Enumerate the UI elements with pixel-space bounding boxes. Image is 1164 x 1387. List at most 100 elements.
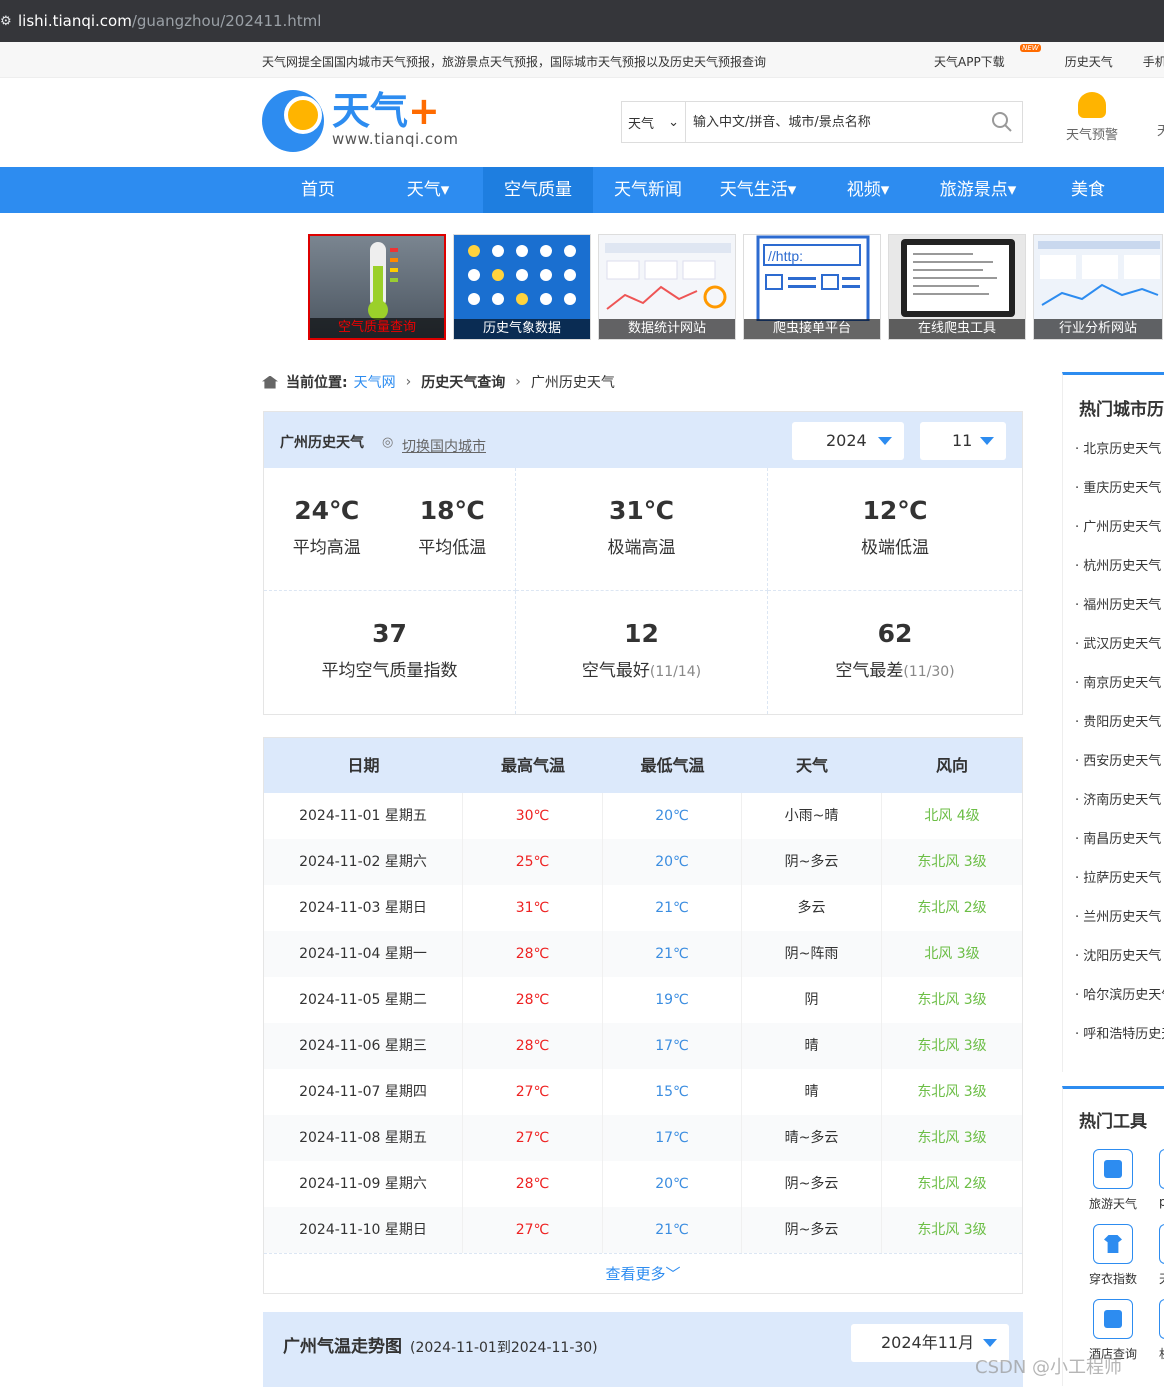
dropdown-arrow-icon bbox=[878, 437, 892, 445]
table-row: 2024-11-03 星期日 31℃ 21℃ 多云 东北风 2级 bbox=[264, 885, 1022, 931]
row-weather: 阴~阵雨 bbox=[742, 931, 882, 977]
sidebar-city-link[interactable]: 重庆历史天气 bbox=[1075, 469, 1164, 508]
breadcrumb: 当前位置: 天气网 › 历史天气查询 › 广州历史天气 bbox=[262, 372, 615, 392]
sidebar-city-link[interactable]: 济南历史天气 bbox=[1075, 781, 1164, 820]
monitor-code-graphic bbox=[901, 239, 1015, 317]
year-select[interactable]: 2024 bbox=[792, 422, 904, 460]
row-high-temp: 27℃ bbox=[463, 1207, 603, 1253]
nav-weather[interactable]: 天气▾ bbox=[373, 167, 483, 213]
sidebar-city-link[interactable]: 武汉历史天气 bbox=[1075, 625, 1164, 664]
breadcrumb-prefix: 当前位置: bbox=[286, 375, 348, 391]
sidebar-city-link[interactable]: 南昌历史天气 bbox=[1075, 820, 1164, 859]
sidebar-city-link[interactable]: 兰州历史天气 bbox=[1075, 898, 1164, 937]
sidebar-city-link[interactable]: 拉萨历史天气 bbox=[1075, 859, 1164, 898]
avg-aqi-cell: 37 平均空气质量指数 bbox=[264, 591, 516, 714]
banner-statistics[interactable]: 数据统计网站 bbox=[598, 234, 736, 340]
logo-sun-icon bbox=[262, 90, 324, 152]
breadcrumb-home-link[interactable]: 天气网 bbox=[354, 372, 396, 392]
row-wind: 东北风 3级 bbox=[917, 1222, 987, 1238]
nav-news[interactable]: 天气新闻 bbox=[593, 167, 703, 213]
sidebar-city-link[interactable]: 福州历史天气 bbox=[1075, 586, 1164, 625]
sidebar-city-link[interactable]: 南京历史天气 bbox=[1075, 664, 1164, 703]
tool-travel-weather[interactable]: 旅游天气 bbox=[1083, 1149, 1143, 1212]
row-date: 2024-11-03 星期日 bbox=[264, 885, 463, 931]
row-high-temp: 31℃ bbox=[463, 885, 603, 931]
sidebar-city-link[interactable]: 沈阳历史天气 bbox=[1075, 937, 1164, 976]
nav-home[interactable]: 首页 bbox=[263, 167, 373, 213]
best-aqi-date: (11/14) bbox=[649, 664, 702, 680]
history-weather-link[interactable]: 历史天气 bbox=[1065, 53, 1113, 70]
worst-aqi-date: (11/30) bbox=[903, 664, 955, 680]
nav-travel[interactable]: 旅游景点▾ bbox=[923, 167, 1033, 213]
site-logo[interactable]: 天气+ www.tianqi.com bbox=[262, 90, 458, 152]
site-intro: 天气网提全国国内城市天气预报，旅游景点天气预报，国际城市天气预报以及历史天气预报… bbox=[262, 55, 767, 69]
row-wind: 东北风 3级 bbox=[917, 1038, 987, 1054]
banner-online-crawler[interactable]: 在线爬虫工具 bbox=[888, 234, 1026, 340]
row-date: 2024-11-06 星期三 bbox=[264, 1023, 463, 1069]
trend-title: 广州气温走势图 bbox=[283, 1337, 402, 1357]
best-aqi-value: 12 bbox=[624, 619, 659, 648]
row-wind: 东北风 3级 bbox=[917, 1084, 987, 1100]
new-badge: NEW bbox=[1020, 44, 1041, 52]
row-high-temp: 27℃ bbox=[463, 1069, 603, 1115]
tool-partial-3[interactable]: 机 bbox=[1159, 1299, 1164, 1362]
avg-high-value: 24℃ bbox=[294, 496, 360, 525]
row-high-temp: 28℃ bbox=[463, 1023, 603, 1069]
chevron-down-icon: ⌄ bbox=[668, 114, 679, 130]
banner-air-quality[interactable]: 空气质量查询 bbox=[308, 234, 446, 340]
sidebar-city-link[interactable]: 杭州历史天气 bbox=[1075, 547, 1164, 586]
row-weather: 阴~多云 bbox=[742, 1161, 882, 1207]
sidebar-city-link[interactable]: 西安历史天气 bbox=[1075, 742, 1164, 781]
nav-food[interactable]: 美食 bbox=[1033, 167, 1143, 213]
nav-air-quality[interactable]: 空气质量 bbox=[483, 167, 593, 213]
tool-dressing-index[interactable]: 穿衣指数 bbox=[1083, 1224, 1143, 1287]
app-download-link[interactable]: 天气APP下载 NEW bbox=[934, 44, 1041, 70]
nav-video[interactable]: 视频▾ bbox=[813, 167, 923, 213]
row-date: 2024-11-10 星期日 bbox=[264, 1207, 463, 1253]
month-select[interactable]: 11 bbox=[920, 422, 1006, 460]
sidebar-city-link[interactable]: 广州历史天气 bbox=[1075, 508, 1164, 547]
tool-partial-1[interactable]: pm bbox=[1159, 1149, 1164, 1209]
search-type-select[interactable]: 天气 ⌄ bbox=[622, 102, 686, 142]
row-date: 2024-11-05 星期二 bbox=[264, 977, 463, 1023]
svg-text://http:: //http: bbox=[768, 248, 803, 264]
avg-high-label: 平均高温 bbox=[292, 538, 361, 558]
table-row: 2024-11-10 星期日 27℃ 21℃ 阴~多云 东北风 3级 bbox=[264, 1207, 1022, 1253]
analytics-graphic bbox=[1038, 241, 1160, 306]
breadcrumb-history-link[interactable]: 历史天气查询 bbox=[421, 372, 505, 392]
banner-history-data[interactable]: 历史气象数据 bbox=[453, 234, 591, 340]
dashboard-graphic bbox=[605, 243, 731, 310]
sidebar-city-link[interactable]: 哈尔滨历史天气 bbox=[1075, 976, 1164, 1015]
switch-city-link[interactable]: 切换国内城市 bbox=[402, 436, 486, 456]
banner-crawler-orders[interactable]: //http: 爬虫接单平台 bbox=[743, 234, 881, 340]
promo-banners: 空气质量查询 历史气象数据 数据统计网站 //http: 爬虫接单平台 在线爬虫… bbox=[308, 234, 1163, 340]
sidebar-city-link[interactable]: 贵阳历史天气 bbox=[1075, 703, 1164, 742]
tool-partial-2[interactable]: 天 bbox=[1159, 1224, 1164, 1287]
row-low-temp: 21℃ bbox=[603, 885, 742, 931]
row-wind: 东北风 2级 bbox=[917, 900, 987, 916]
search-input[interactable] bbox=[686, 102, 982, 142]
table-row: 2024-11-04 星期一 28℃ 21℃ 阴~阵雨 北风 3级 bbox=[264, 931, 1022, 977]
temperature-trend-header: 广州气温走势图 (2024-11-01到2024-11-30) 2024年11月 bbox=[263, 1312, 1023, 1387]
header-action-partial[interactable]: 天 bbox=[1157, 120, 1164, 139]
row-low-temp: 17℃ bbox=[603, 1023, 742, 1069]
nav-life[interactable]: 天气生活▾ bbox=[703, 167, 813, 213]
site-info-icon[interactable]: ⚙ bbox=[0, 14, 14, 29]
logo-url: www.tianqi.com bbox=[332, 130, 459, 148]
table-row: 2024-11-02 星期六 25℃ 20℃ 阴~多云 东北风 3级 bbox=[264, 839, 1022, 885]
browser-address-bar[interactable]: ⚙ lishi.tianqi.com/guangzhou/202411.html bbox=[0, 0, 1164, 42]
row-wind: 北风 4级 bbox=[924, 808, 980, 824]
avg-aqi-label: 平均空气质量指数 bbox=[321, 661, 458, 681]
sidebar-city-link[interactable]: 北京历史天气 bbox=[1075, 430, 1164, 469]
mobile-weather-link[interactable]: 手机天气 bbox=[1143, 53, 1164, 70]
avg-aqi-value: 37 bbox=[372, 619, 407, 648]
row-wind: 北风 3级 bbox=[924, 946, 980, 962]
banner-industry-analysis[interactable]: 行业分析网站 bbox=[1033, 234, 1163, 340]
trend-range: (2024-11-01到2024-11-30) bbox=[410, 1340, 598, 1356]
view-more-link[interactable]: 查看更多﹀ bbox=[264, 1253, 1022, 1293]
sidebar-city-link[interactable]: 呼和浩特历史天气 bbox=[1075, 1015, 1164, 1054]
watermark: CSDN @小工程师 bbox=[975, 1357, 1123, 1378]
home-icon bbox=[262, 375, 278, 389]
weather-alert-link[interactable]: 天气预警 bbox=[1062, 92, 1122, 143]
search-button[interactable] bbox=[982, 102, 1022, 142]
